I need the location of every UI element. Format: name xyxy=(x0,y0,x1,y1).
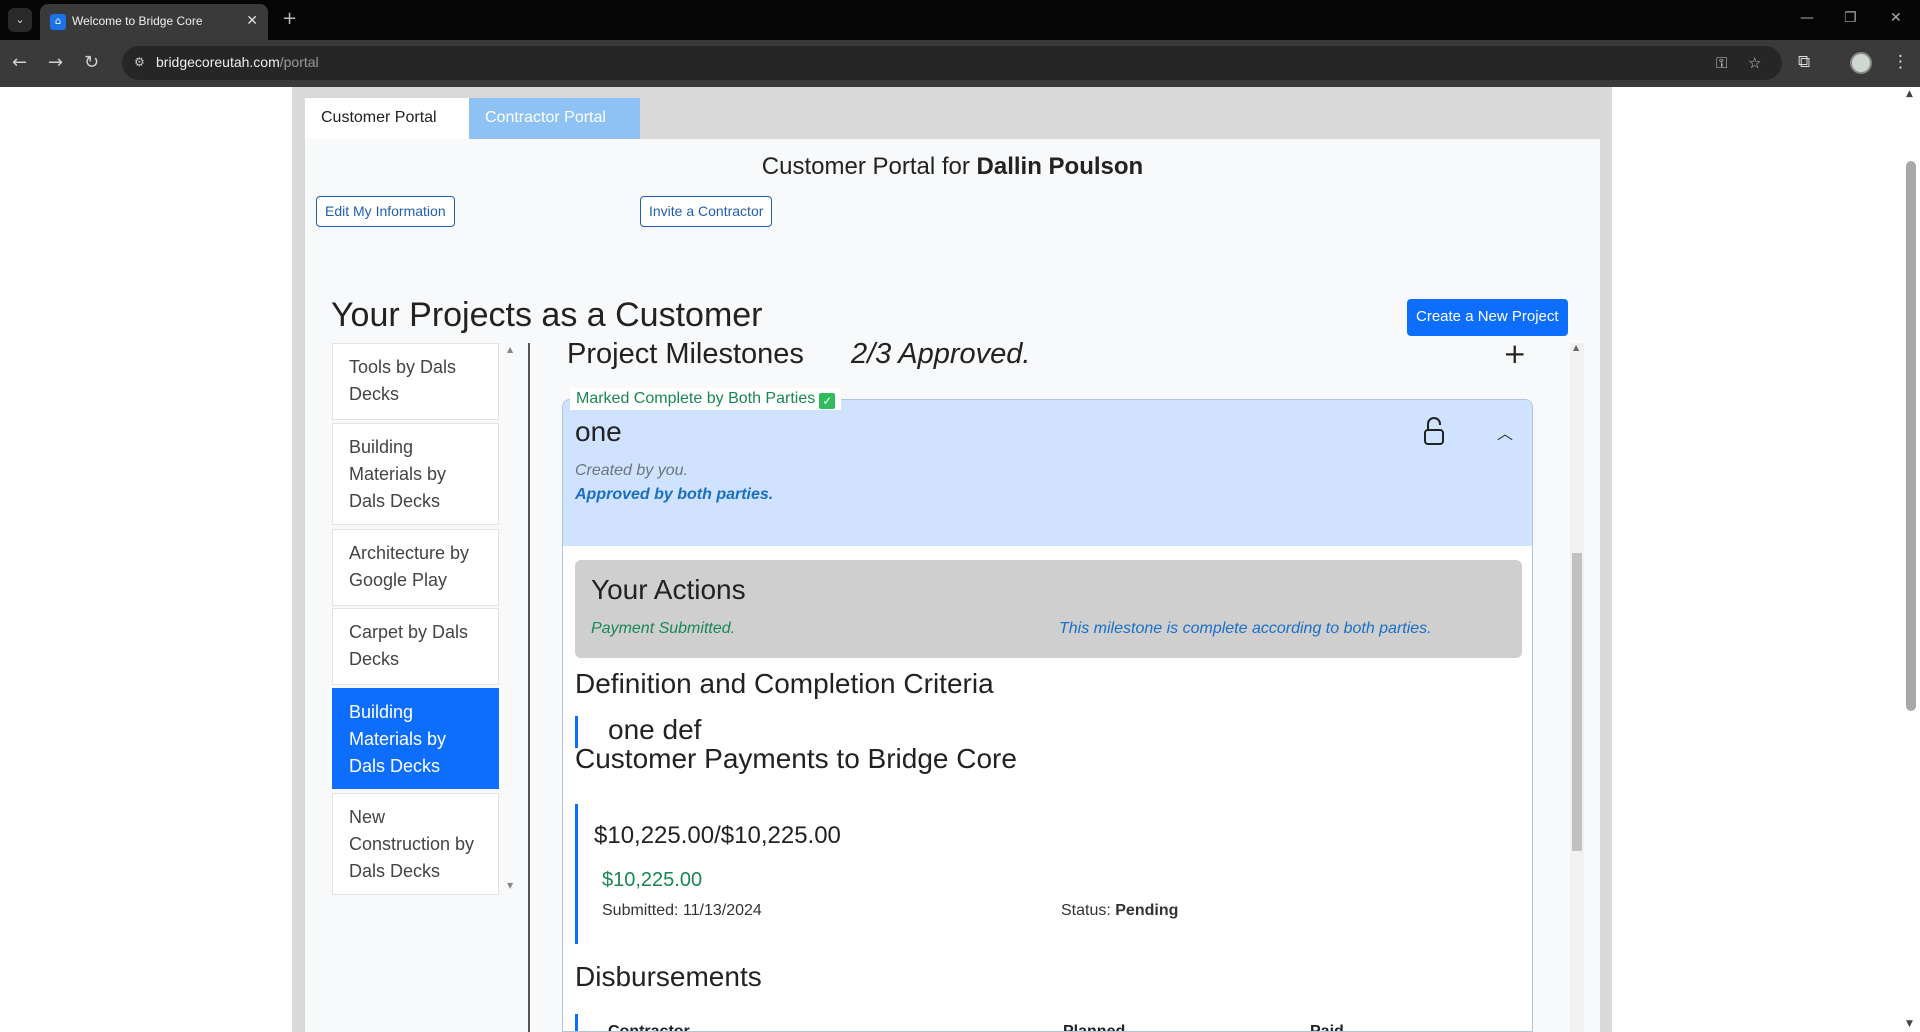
create-project-button[interactable]: Create a New Project xyxy=(1407,299,1568,336)
browser-tabstrip: ⌄ ⌂ Welcome to Bridge Core ✕ + — ❐ ✕ xyxy=(0,0,1920,40)
edit-information-button[interactable]: Edit My Information xyxy=(316,196,455,227)
browser-tab[interactable]: ⌂ Welcome to Bridge Core ✕ xyxy=(40,4,268,40)
column-header-contractor[interactable]: Contractor xyxy=(608,1023,690,1031)
column-divider xyxy=(528,343,530,1032)
window-close-icon[interactable]: ✕ xyxy=(1890,10,1902,26)
project-item[interactable]: Architecture by Google Play xyxy=(332,529,499,606)
project-item-active[interactable]: Building Materials by Dals Decks xyxy=(332,688,499,789)
unlocked-padlock-icon[interactable] xyxy=(1422,416,1446,446)
project-item[interactable]: New Construction by Dals Decks xyxy=(332,793,499,895)
completion-note: This milestone is complete according to … xyxy=(1059,620,1432,637)
scroll-thumb[interactable] xyxy=(1906,161,1916,711)
password-key-icon[interactable]: ⚿ xyxy=(1716,54,1727,72)
customer-name: Dallin Poulson xyxy=(976,153,1144,180)
milestones-scrollbar[interactable]: ▲ xyxy=(1570,343,1584,1032)
plus-icon[interactable]: + xyxy=(1503,340,1526,368)
disbursements-heading: Disbursements xyxy=(575,961,762,992)
payment-total: $10,225.00/$10,225.00 xyxy=(594,822,841,849)
chevron-up-icon[interactable]: ︿ xyxy=(1497,420,1513,444)
address-bar[interactable]: ⚙ bridgecoreutah.com/portal ⚿ ☆ xyxy=(122,46,1782,80)
extensions-icon[interactable]: ⧉ xyxy=(1798,52,1810,72)
payment-status-text: Payment Submitted. xyxy=(591,620,736,637)
new-tab-icon[interactable]: + xyxy=(282,8,297,29)
browser-menu-icon[interactable]: ⋮ xyxy=(1892,52,1909,72)
restore-icon[interactable]: ❐ xyxy=(1844,10,1857,26)
invite-contractor-button[interactable]: Invite a Contractor xyxy=(640,196,773,227)
milestones-approved-summary: 2/3 Approved. xyxy=(851,338,1031,370)
scroll-down-icon[interactable]: ▼ xyxy=(507,881,513,890)
bookmark-star-icon[interactable]: ☆ xyxy=(1748,54,1761,72)
definition-heading: Definition and Completion Criteria xyxy=(575,668,994,699)
page-viewport: Customer Portal Contractor Portal Custom… xyxy=(0,87,1920,1032)
column-header-planned[interactable]: Planned xyxy=(1063,1023,1125,1031)
milestone-card: one Created by you. Approved by both par… xyxy=(562,399,1533,1032)
project-list: Tools by Dals Decks Building Materials b… xyxy=(332,343,499,903)
milestone-created-by: Created by you. xyxy=(575,462,688,479)
close-icon[interactable]: ✕ xyxy=(246,13,258,29)
project-list-scrollbar[interactable]: ▲ ▼ xyxy=(507,345,515,893)
portal-card: Customer Portal for Dallin Poulson Edit … xyxy=(305,139,1600,1032)
project-item[interactable]: Carpet by Dals Decks xyxy=(332,608,499,685)
milestones-heading: Project Milestones xyxy=(567,338,804,370)
profile-avatar[interactable] xyxy=(1850,52,1872,74)
scroll-up-icon[interactable]: ▲ xyxy=(1906,89,1913,99)
projects-heading: Your Projects as a Customer xyxy=(331,296,763,334)
milestone-name: one xyxy=(575,416,622,447)
browser-toolbar: ← → ↻ ⚙ bridgecoreutah.com/portal ⚿ ☆ ⧉ … xyxy=(0,40,1920,87)
milestone-approval-status: Approved by both parties. xyxy=(575,486,774,503)
project-item[interactable]: Building Materials by Dals Decks xyxy=(332,423,499,525)
milestone-header[interactable]: one Created by you. Approved by both par… xyxy=(563,400,1532,546)
checkmark-icon: ✓ xyxy=(819,393,836,409)
favicon-icon: ⌂ xyxy=(50,14,66,30)
window-scrollbar[interactable]: ▲ ▼ xyxy=(1902,87,1920,1032)
reload-icon[interactable]: ↻ xyxy=(84,52,99,73)
tab-contractor-portal[interactable]: Contractor Portal xyxy=(469,98,640,139)
definition-text: one def xyxy=(608,714,702,745)
scroll-thumb[interactable] xyxy=(1572,553,1582,851)
your-actions-panel: Your Actions Payment Submitted. This mil… xyxy=(575,560,1522,658)
scroll-down-icon[interactable]: ▼ xyxy=(1906,1019,1913,1029)
forward-icon[interactable]: → xyxy=(48,52,63,73)
back-icon[interactable]: ← xyxy=(12,52,27,73)
tab-search-icon[interactable]: ⌄ xyxy=(8,8,32,32)
payment-submitted-date: Submitted: 11/13/2024 xyxy=(602,902,762,919)
your-actions-title: Your Actions xyxy=(591,574,746,605)
scroll-up-icon[interactable]: ▲ xyxy=(507,345,513,354)
payment-status-value: Pending xyxy=(1115,902,1179,919)
site-info-icon[interactable]: ⚙ xyxy=(134,55,150,71)
project-item[interactable]: Tools by Dals Decks xyxy=(332,343,499,420)
tab-customer-portal[interactable]: Customer Portal xyxy=(305,98,469,139)
tab-title: Welcome to Bridge Core xyxy=(72,14,203,28)
minimize-icon[interactable]: — xyxy=(1800,10,1814,26)
url-text: bridgecoreutah.com/portal xyxy=(156,54,319,70)
scroll-up-icon[interactable]: ▲ xyxy=(1573,343,1579,352)
page-title: Customer Portal for Dallin Poulson xyxy=(761,153,1144,180)
milestone-status-badge: Marked Complete by Both Parties ✓ xyxy=(570,388,842,410)
payments-bar xyxy=(575,804,578,944)
payments-heading: Customer Payments to Bridge Core xyxy=(575,743,1017,774)
payment-amount: $10,225.00 xyxy=(602,869,703,891)
column-header-paid[interactable]: Paid xyxy=(1310,1023,1344,1031)
disbursements-bar xyxy=(575,1014,578,1031)
payment-status: Status: Pending xyxy=(1061,902,1179,919)
